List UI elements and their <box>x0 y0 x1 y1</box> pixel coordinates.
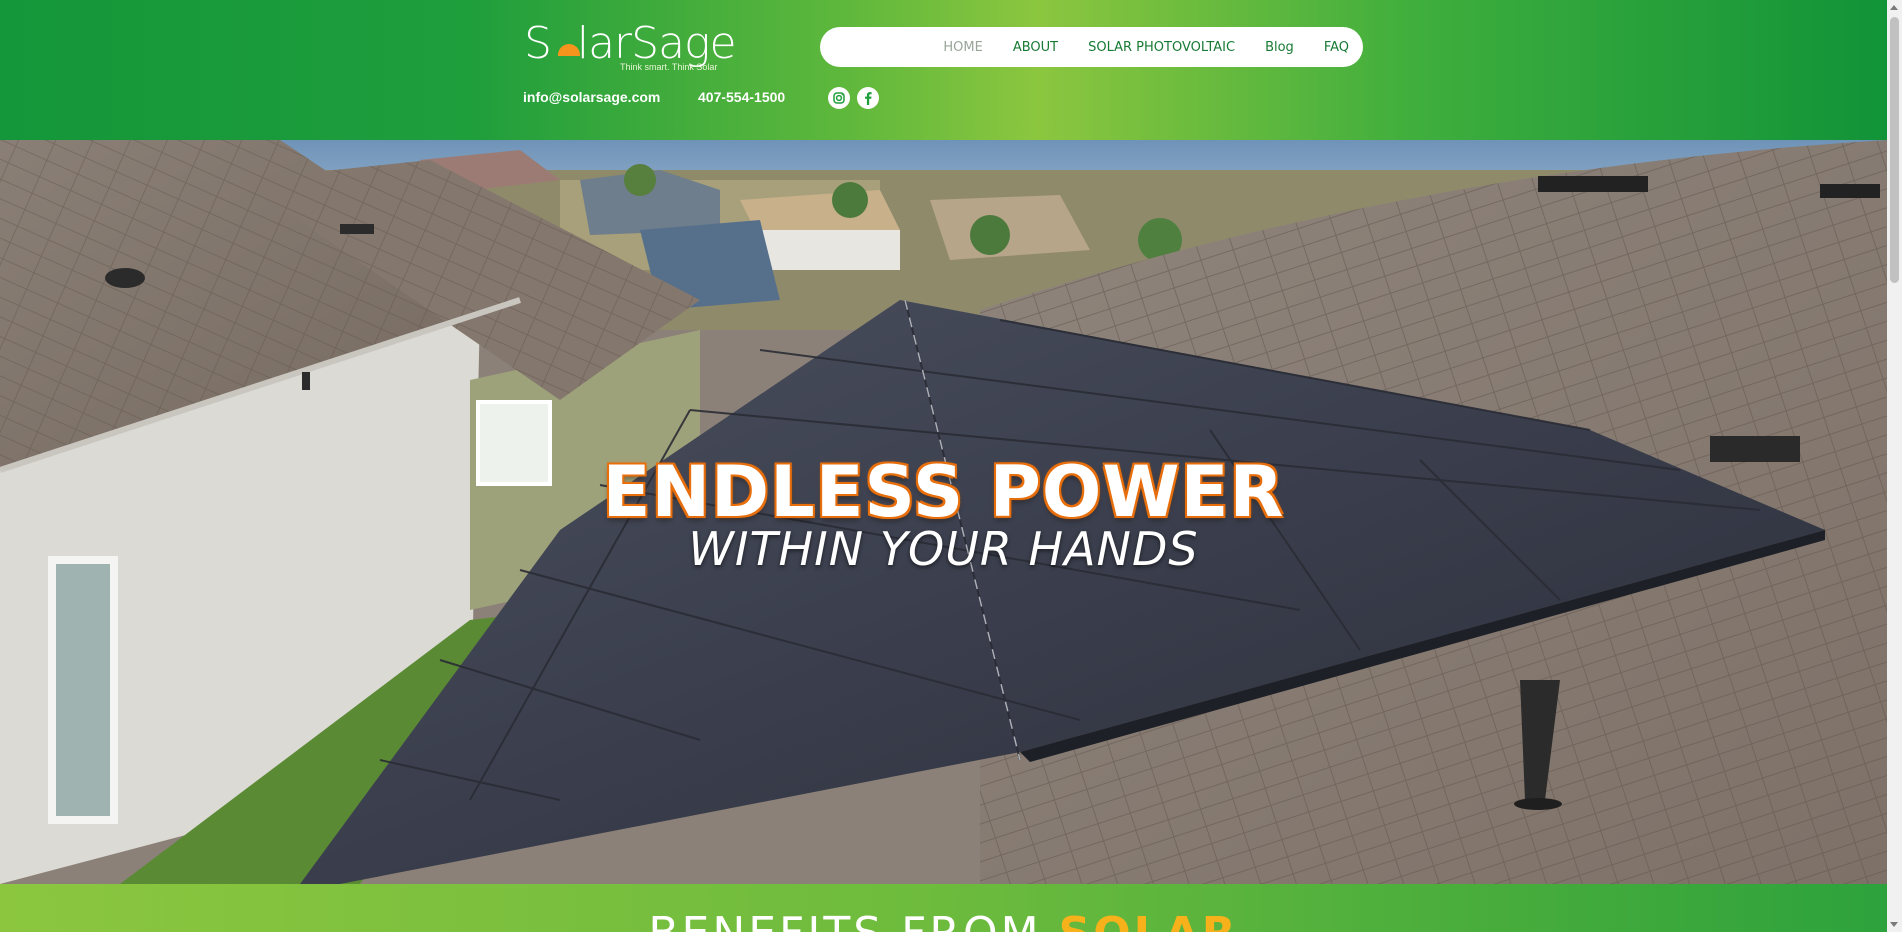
contact-phone-link[interactable]: 407-554-1500 <box>698 89 785 105</box>
instagram-icon[interactable] <box>828 87 850 109</box>
contact-email-link[interactable]: info@solarsage.com <box>523 89 660 105</box>
nav-home[interactable]: HOME <box>943 40 982 55</box>
hero-section: ENDLESS POWER WITHIN YOUR HANDS <box>0 140 1887 884</box>
nav-solar-photovoltaic[interactable]: SOLAR PHOTOVOLTAIC <box>1088 40 1235 55</box>
hero-subtitle: WITHIN YOUR HANDS <box>688 522 1199 576</box>
scroll-down-arrow-icon[interactable] <box>1890 922 1898 927</box>
nav-about[interactable]: ABOUT <box>1013 40 1058 55</box>
benefits-section: BENEFITS FROM SOLAR <box>0 884 1887 932</box>
nav-faq[interactable]: FAQ <box>1324 40 1349 55</box>
page: SolarSage Think smart. Think Solar HOME … <box>0 0 1902 932</box>
hero-title: ENDLESS POWER <box>602 451 1285 533</box>
scroll-up-arrow-icon[interactable] <box>1890 5 1898 10</box>
site-header: SolarSage Think smart. Think Solar HOME … <box>0 0 1887 140</box>
scroll-thumb[interactable] <box>1890 17 1899 283</box>
logo-tagline: Think smart. Think Solar <box>620 62 718 72</box>
site-logo[interactable]: SolarSage Think smart. Think Solar <box>524 14 737 76</box>
nav-blog[interactable]: Blog <box>1265 40 1294 55</box>
facebook-icon[interactable] <box>857 87 879 109</box>
page-scrollbar[interactable] <box>1887 0 1902 932</box>
benefits-heading: BENEFITS FROM SOLAR <box>0 908 1887 932</box>
main-nav: HOME ABOUT SOLAR PHOTOVOLTAIC Blog FAQ <box>820 27 1363 67</box>
